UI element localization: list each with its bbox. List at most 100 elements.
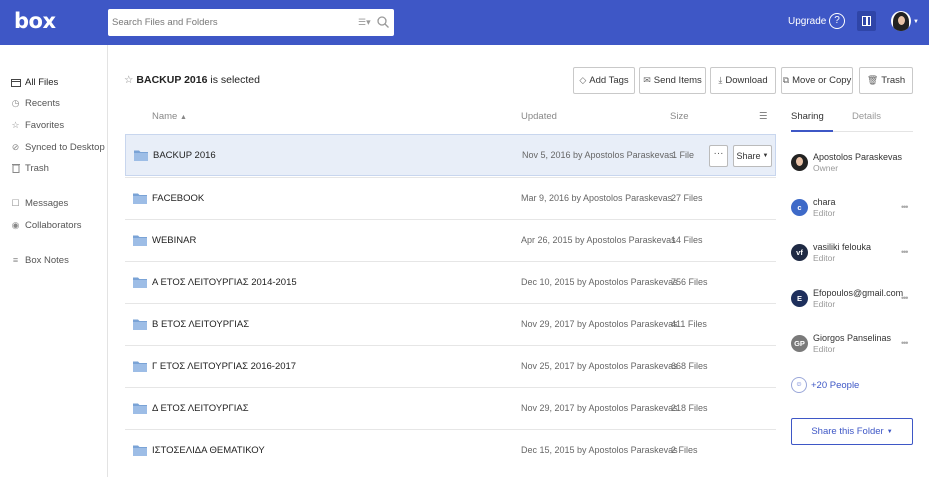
sidebar-item-messages[interactable]: ☐ Messages [10, 196, 68, 210]
mail-icon: ✉ [643, 75, 651, 85]
collaborator-item[interactable]: Apostolos Paraskevas Owner [791, 152, 921, 182]
sidebar-item-trash[interactable]: Trash [10, 161, 49, 175]
filter-icon[interactable]: ☰▾ [358, 17, 371, 27]
table-row[interactable]: Α ΕΤΟΣ ΛΕΙΤΟΥΡΓΙΑΣ 2014-2015 Dec 10, 201… [125, 261, 776, 303]
help-icon[interactable]: ? [829, 13, 845, 29]
sort-asc-icon: ▲ [179, 114, 187, 121]
file-name[interactable]: FACEBOOK [152, 193, 204, 204]
column-size-header[interactable]: Size [670, 111, 688, 122]
search-bar[interactable]: ☰▾ [108, 9, 394, 36]
folder-icon [133, 361, 147, 372]
file-name[interactable]: WEBINAR [152, 235, 196, 246]
file-updated: Dec 10, 2015 by Apostolos Paraskevas [521, 277, 678, 287]
file-name[interactable]: Β ΕΤΟΣ ΛΕΙΤΟΥΡΓΙΑΣ [152, 319, 249, 330]
file-updated: Nov 29, 2017 by Apostolos Paraskevas [521, 403, 678, 413]
file-updated: Apr 26, 2015 by Apostolos Paraskevas [521, 235, 676, 245]
file-updated: Nov 5, 2016 by Apostolos Paraskevas [522, 150, 674, 160]
folder-icon [133, 193, 147, 204]
tab-sharing[interactable]: Sharing [791, 111, 824, 122]
folder-icon [133, 277, 147, 288]
search-input[interactable] [112, 13, 342, 32]
sidebar-item-label: Recents [25, 97, 60, 109]
collaborator-name: Efopoulos@gmail.com [813, 288, 904, 298]
sidebar-item-label: Trash [25, 162, 49, 174]
table-row[interactable]: ΙΣΤΟΣΕΛΙΔΑ ΘΕΜΑΤΙΚΟΥ Dec 15, 2015 by Apo… [125, 429, 776, 471]
user-avatar[interactable] [891, 11, 911, 31]
sidebar-item-label: Favorites [25, 119, 65, 131]
sidebar-item-favorites[interactable]: ☆ Favorites [10, 118, 64, 132]
collaborator-item[interactable]: GP Giorgos Panselinas Editor ••• [791, 333, 921, 363]
top-bar: box ☰▾ Upgrade ? ▼ [0, 0, 929, 45]
file-updated: Dec 15, 2015 by Apostolos Paraskevas [521, 445, 678, 455]
box-logo[interactable]: box [14, 9, 56, 33]
add-tags-label: Add Tags [589, 75, 629, 86]
star-icon[interactable]: ☆ [124, 74, 133, 86]
table-row[interactable]: Δ ΕΤΟΣ ΛΕΙΤΟΥΡΓΙΑΣ Nov 29, 2017 by Apost… [125, 387, 776, 429]
download-icon: ⤓ [718, 75, 723, 85]
add-tags-button[interactable]: ◇ Add Tags [573, 67, 635, 94]
more-options-icon[interactable]: ••• [901, 247, 909, 257]
list-view-icon[interactable]: ☰ [759, 111, 768, 122]
share-folder-button[interactable]: Share this Folder ▼ [791, 418, 913, 445]
trash-label: Trash [881, 75, 906, 86]
more-options-icon[interactable]: ••• [901, 202, 909, 212]
collaborators-icon: ◉ [11, 219, 20, 230]
chevron-down-icon: ▼ [886, 428, 893, 435]
search-icon[interactable] [376, 15, 390, 29]
sidebar-toggle-icon[interactable] [857, 11, 876, 31]
collaborator-name: vasiliki felouka [813, 242, 872, 252]
table-row[interactable]: Β ΕΤΟΣ ΛΕΙΤΟΥΡΓΙΑΣ Nov 29, 2017 by Apost… [125, 303, 776, 345]
avatar: c [791, 199, 808, 216]
collaborator-name: chara [813, 197, 836, 207]
sidebar-item-label: Box Notes [25, 254, 69, 266]
table-row[interactable]: FACEBOOK Mar 9, 2016 by Apostolos Parask… [125, 177, 776, 219]
file-updated: Nov 29, 2017 by Apostolos Paraskevas [521, 319, 678, 329]
trash-button[interactable]: 🗑 Trash [859, 67, 913, 94]
sidebar-item-collaborators[interactable]: ◉ Collaborators [10, 218, 82, 232]
copy-icon: ⧉ [782, 75, 790, 85]
share-button[interactable]: Share ▼ [733, 145, 772, 167]
file-name[interactable]: Δ ΕΤΟΣ ΛΕΙΤΟΥΡΓΙΑΣ [152, 403, 249, 414]
avatar: vf [791, 244, 808, 261]
left-sidebar: All Files ◷ Recents ☆ Favorites ⊘ Synced… [0, 45, 108, 477]
file-list-area: ☆ BACKUP 2016 is selected ◇ Add Tags ✉ Send… [109, 45, 776, 477]
collaborator-item[interactable]: c chara Editor ••• [791, 197, 921, 227]
send-items-button[interactable]: ✉ Send Items [639, 67, 706, 94]
file-name[interactable]: BACKUP 2016 [153, 150, 216, 161]
more-people-link[interactable]: ☺ +20 People [791, 377, 859, 393]
upgrade-link[interactable]: Upgrade [788, 16, 826, 27]
file-name[interactable]: ΙΣΤΟΣΕΛΙΔΑ ΘΕΜΑΤΙΚΟΥ [152, 445, 265, 456]
column-updated-header[interactable]: Updated [521, 111, 557, 122]
sidebar-item-synced[interactable]: ⊘ Synced to Desktop [10, 140, 105, 154]
star-icon: ☆ [11, 119, 20, 130]
collaborator-item[interactable]: vf vasiliki felouka Editor ••• [791, 242, 921, 272]
table-row[interactable]: WEBINAR Apr 26, 2015 by Apostolos Parask… [125, 219, 776, 261]
column-name-label: Name [152, 111, 178, 122]
table-row[interactable]: BACKUP 2016 Nov 5, 2016 by Apostolos Par… [125, 134, 776, 176]
file-size: 668 Files [671, 361, 708, 371]
share-folder-label: Share this Folder [811, 426, 884, 437]
share-label: Share [736, 151, 761, 161]
download-button[interactable]: ⤓ Download [710, 67, 776, 94]
sidebar-item-label: Synced to Desktop [25, 141, 105, 153]
tab-details[interactable]: Details [852, 111, 881, 122]
sidebar-item-recents[interactable]: ◷ Recents [10, 96, 60, 110]
table-row[interactable]: Γ ΕΤΟΣ ΛΕΙΤΟΥΡΓΙΑΣ 2016-2017 Nov 25, 201… [125, 345, 776, 387]
more-options-button[interactable]: ··· [709, 145, 728, 167]
collaborator-item[interactable]: E Efopoulos@gmail.com Editor ••• [791, 288, 921, 318]
folder-icon [133, 235, 147, 246]
file-size: 756 Files [671, 277, 708, 287]
file-size: 411 Files [671, 319, 707, 329]
file-name[interactable]: Γ ΕΤΟΣ ΛΕΙΤΟΥΡΓΙΑΣ 2016-2017 [152, 361, 296, 372]
column-name-header[interactable]: Name ▲ [152, 111, 187, 122]
more-options-icon[interactable]: ••• [901, 338, 909, 348]
sidebar-item-box-notes[interactable]: ≡ Box Notes [10, 253, 69, 267]
move-or-copy-button[interactable]: ⧉ Move or Copy [781, 67, 853, 94]
file-name[interactable]: Α ΕΤΟΣ ΛΕΙΤΟΥΡΓΙΑΣ 2014-2015 [152, 277, 297, 288]
chevron-down-icon[interactable]: ▼ [913, 19, 919, 25]
sidebar-item-all-files[interactable]: All Files [10, 75, 58, 89]
more-options-icon[interactable]: ••• [901, 293, 909, 303]
file-size: 14 Files [671, 235, 703, 245]
folder-icon [10, 77, 21, 88]
avatar: E [791, 290, 808, 307]
